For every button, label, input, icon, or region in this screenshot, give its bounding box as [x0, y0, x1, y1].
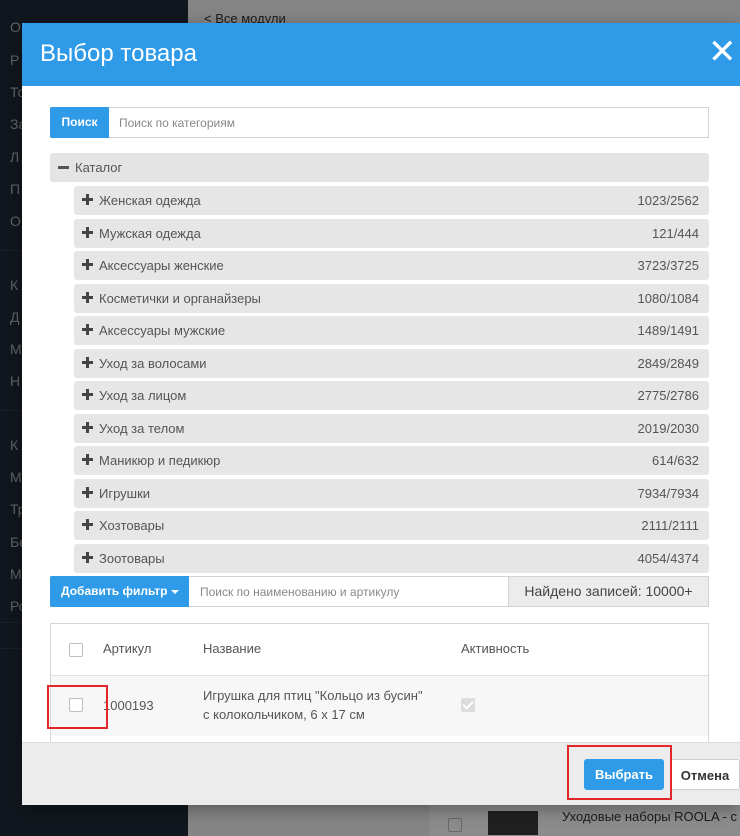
header-name[interactable]: Название — [203, 641, 261, 656]
row-name: Игрушка для птиц "Кольцо из бусин" с кол… — [203, 686, 453, 724]
category-item[interactable]: Женская одежда 1023/2562 — [74, 186, 709, 215]
category-count: 2111/2111 — [641, 518, 699, 533]
category-item[interactable]: Аксессуары мужские 1489/1491 — [74, 316, 709, 345]
category-count: 1023/2562 — [637, 193, 699, 208]
category-name: Аксессуары женские — [99, 258, 224, 273]
expand-icon[interactable] — [82, 259, 93, 270]
category-item[interactable]: Уход за волосами 2849/2849 — [74, 348, 709, 378]
category-count: 1080/1084 — [637, 290, 699, 306]
expand-icon[interactable] — [82, 519, 93, 530]
expand-icon[interactable] — [82, 389, 93, 400]
category-count: 7934/7934 — [637, 485, 699, 501]
category-name: Мужская одежда — [99, 225, 201, 241]
category-item[interactable]: Уход за телом 2019/2030 — [74, 413, 709, 443]
category-count: 4054/4374 — [637, 550, 699, 566]
category-item[interactable]: Уход за лицом 2775/2786 — [74, 381, 709, 410]
category-count: 2775/2786 — [637, 388, 699, 403]
category-name: Зоотовары — [99, 550, 165, 566]
select-all-checkbox[interactable] — [69, 643, 83, 657]
catalog-root[interactable]: Каталог — [50, 153, 709, 182]
category-item[interactable]: Косметички и органайзеры 1080/1084 — [74, 283, 709, 313]
category-count: 614/632 — [652, 453, 699, 468]
records-found: Найдено записей: 10000+ — [508, 577, 708, 606]
add-filter-label: Добавить фильтр — [61, 584, 168, 598]
category-name: Косметички и органайзеры — [99, 290, 261, 306]
header-active[interactable]: Активность — [461, 641, 529, 656]
catalog-root-label: Каталог — [75, 160, 123, 175]
category-count: 121/444 — [652, 225, 699, 241]
category-name: Уход за телом — [99, 420, 185, 436]
row-article: 1000193 — [103, 698, 154, 713]
collapse-icon[interactable] — [58, 166, 69, 169]
category-count: 3723/3725 — [637, 258, 699, 273]
category-count: 2019/2030 — [637, 420, 699, 436]
category-search: Поиск — [50, 107, 709, 138]
category-count: 2849/2849 — [637, 355, 699, 371]
category-name: Женская одежда — [99, 193, 201, 208]
close-icon[interactable]: ✕ — [708, 35, 737, 69]
category-name: Маникюр и педикюр — [99, 453, 221, 468]
row-name-line: Игрушка для птиц "Кольцо из бусин" — [203, 688, 423, 703]
category-item[interactable]: Игрушки 7934/7934 — [74, 478, 709, 508]
modal-title: Выбор товара — [40, 40, 197, 67]
category-search-button[interactable]: Поиск — [50, 107, 109, 138]
category-item[interactable]: Маникюр и педикюр 614/632 — [74, 446, 709, 475]
expand-icon[interactable] — [82, 194, 93, 205]
expand-icon[interactable] — [82, 421, 93, 433]
active-check-icon — [461, 698, 475, 712]
header-article[interactable]: Артикул — [103, 641, 151, 656]
products-table: Артикул Название Активность 1000193 Игру… — [50, 623, 709, 742]
product-search-input[interactable] — [189, 577, 507, 606]
expand-icon[interactable] — [82, 324, 93, 335]
cancel-button[interactable]: Отмена — [670, 759, 740, 790]
table-row[interactable]: 1000193 Игрушка для птиц "Кольцо из буси… — [51, 676, 708, 736]
caret-down-icon — [171, 589, 180, 594]
expand-icon[interactable] — [82, 356, 93, 368]
highlight-select-button — [567, 745, 672, 800]
category-list: Женская одежда 1023/2562 Мужская одежда 12… — [74, 186, 709, 576]
table-header: Артикул Название Активность — [51, 624, 708, 676]
category-item[interactable]: Хозтовары 2111/2111 — [74, 511, 709, 540]
category-search-input[interactable] — [109, 108, 708, 137]
expand-icon[interactable] — [82, 226, 93, 238]
expand-icon[interactable] — [82, 291, 93, 303]
category-name: Аксессуары мужские — [99, 323, 226, 338]
category-name: Хозтовары — [99, 518, 165, 533]
product-select-modal: Выбор товара ✕ Поиск Каталог Женская оде… — [22, 23, 740, 805]
add-filter-button[interactable]: Добавить фильтр — [50, 576, 189, 607]
modal-header: Выбор товара ✕ — [22, 23, 740, 86]
category-item[interactable]: Аксессуары женские 3723/3725 — [74, 251, 709, 280]
category-item[interactable]: Зоотовары 4054/4374 — [74, 543, 709, 573]
expand-icon[interactable] — [82, 551, 93, 563]
row-name-line: с колокольчиком, 6 х 17 см — [203, 707, 365, 722]
expand-icon[interactable] — [82, 486, 93, 498]
category-count: 1489/1491 — [637, 323, 699, 338]
category-name: Игрушки — [99, 485, 151, 501]
category-item[interactable]: Мужская одежда 121/444 — [74, 218, 709, 248]
highlight-row-checkbox — [47, 685, 108, 729]
category-name: Уход за лицом — [99, 388, 187, 403]
category-name: Уход за волосами — [99, 355, 207, 371]
product-filter: Добавить фильтр Найдено записей: 10000+ — [50, 576, 709, 607]
expand-icon[interactable] — [82, 454, 93, 465]
